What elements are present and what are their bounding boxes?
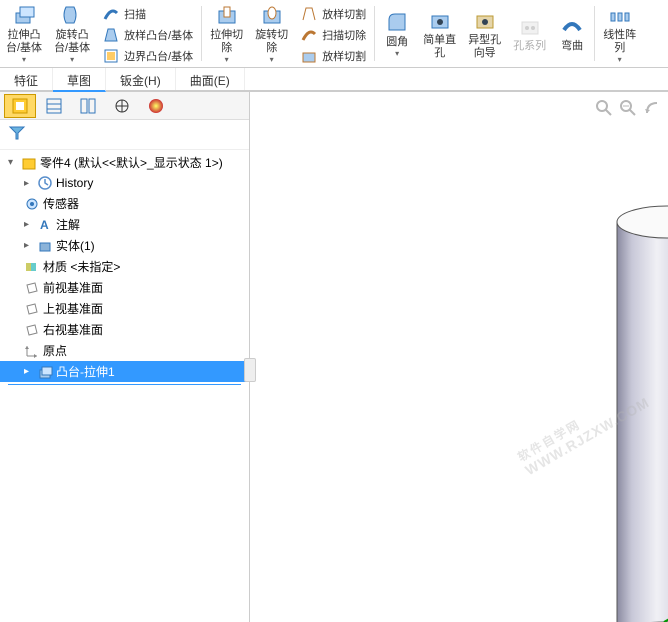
tree-material[interactable]: 材质 <未指定> [0, 256, 249, 277]
sweep-icon [102, 5, 120, 23]
fillet-icon [385, 10, 409, 34]
collapse-arrow-icon[interactable]: ▾ [8, 157, 18, 168]
part-icon [21, 155, 37, 171]
extrude-cut-icon [215, 3, 239, 27]
plane-icon [24, 322, 40, 338]
panel-collapse-handle[interactable] [244, 358, 256, 382]
design-tree-icon [11, 97, 29, 115]
loft-cut2-icon [300, 47, 318, 65]
chevron-down-icon: ▾ [22, 55, 26, 64]
3d-viewport[interactable]: 软件自学网 WWW.RJZXW.COM [250, 92, 668, 622]
expand-arrow-icon[interactable]: ▸ [24, 240, 34, 251]
tree-solid-bodies[interactable]: ▸ 实体(1) [0, 235, 249, 256]
panel-tabs [0, 92, 249, 120]
tree-top-plane[interactable]: 上视基准面 [0, 298, 249, 319]
history-icon [37, 175, 53, 191]
panel-tab-dimx[interactable] [106, 94, 138, 118]
sensor-icon [24, 196, 40, 212]
chevron-down-icon: ▾ [225, 55, 229, 64]
dimexpert-icon [113, 97, 131, 115]
boss-group: 扫描 放样凸台/基体 边界凸台/基体 [96, 2, 199, 65]
revolve-cut-icon [260, 3, 284, 27]
hole-wizard-button[interactable]: 异型孔 向导 [462, 2, 507, 65]
panel-tab-appearance[interactable] [140, 94, 172, 118]
filter-icon[interactable] [8, 124, 26, 142]
zoom-area-icon[interactable] [618, 98, 638, 118]
loft-boss-button[interactable]: 放样凸台/基体 [100, 25, 195, 45]
chevron-down-icon: ▾ [70, 55, 74, 64]
filter-row [0, 120, 249, 150]
tree-front-plane[interactable]: 前视基准面 [0, 277, 249, 298]
tab-sketch[interactable]: 草图 [53, 68, 106, 92]
config-icon [79, 97, 97, 115]
tree-right-plane[interactable]: 右视基准面 [0, 319, 249, 340]
expand-arrow-icon[interactable]: ▸ [24, 178, 34, 189]
loft-cut-icon [300, 5, 318, 23]
view-tools [594, 98, 662, 118]
panel-tab-config[interactable] [72, 94, 104, 118]
revolve-boss-icon [60, 3, 84, 27]
loft-cut2-button[interactable]: 放样切割 [298, 46, 368, 66]
tree-rollback-bar[interactable] [8, 384, 241, 385]
feature-tree: ▾ 零件4 (默认<<默认>_显示状态 1>) ▸ History 传感器 ▸ … [0, 150, 249, 389]
origin-icon [24, 343, 40, 359]
tree-history[interactable]: ▸ History [0, 173, 249, 193]
cut-group: 放样切割 扫描切除 放样切割 [294, 2, 372, 65]
extrude-feature-icon [37, 364, 53, 380]
flex-icon [560, 14, 584, 38]
property-icon [45, 97, 63, 115]
flex-button[interactable]: 弯曲 [552, 2, 592, 65]
linear-pattern-button[interactable]: 线性阵 列 ▾ [597, 2, 642, 65]
boundary-icon [102, 47, 120, 65]
boundary-boss-button[interactable]: 边界凸台/基体 [100, 46, 195, 66]
tree-sensors[interactable]: 传感器 [0, 193, 249, 214]
tree-root[interactable]: ▾ 零件4 (默认<<默认>_显示状态 1>) [0, 152, 249, 173]
tab-feature[interactable]: 特征 [0, 68, 53, 90]
triad-icon[interactable] [660, 584, 668, 622]
expand-arrow-icon[interactable]: ▸ [24, 219, 34, 230]
command-tabs: 特征 草图 钣金(H) 曲面(E) [0, 68, 668, 92]
extrude-cut-button[interactable]: 拉伸切 除 ▾ [204, 2, 249, 65]
tree-annotations[interactable]: ▸ A 注解 [0, 214, 249, 235]
revolve-boss-button[interactable]: 旋转凸 台/基体 ▾ [48, 2, 96, 65]
panel-tab-design-tree[interactable] [4, 94, 36, 118]
tab-sheetmetal[interactable]: 钣金(H) [106, 68, 176, 90]
loft-icon [102, 26, 120, 44]
fillet-button[interactable]: 圆角 ▾ [377, 2, 417, 65]
zoom-fit-icon[interactable] [594, 98, 614, 118]
solid-body-icon [37, 238, 53, 254]
tree-origin[interactable]: 原点 [0, 340, 249, 361]
chevron-down-icon: ▾ [395, 49, 399, 58]
simple-hole-icon [428, 8, 452, 32]
annotation-icon: A [37, 217, 53, 233]
svg-text:A: A [40, 218, 49, 232]
hole-series-button: 孔系列 [507, 2, 552, 65]
hole-wizard-icon [473, 8, 497, 32]
cylinder-model[interactable] [612, 204, 668, 622]
panel-tab-property[interactable] [38, 94, 70, 118]
extrude-boss-button[interactable]: 拉伸凸 台/基体 ▾ [0, 2, 48, 65]
chevron-down-icon: ▾ [270, 55, 274, 64]
revolve-cut-button[interactable]: 旋转切 除 ▾ [249, 2, 294, 65]
extrude-boss-icon [12, 3, 36, 27]
feature-tree-panel: ▾ 零件4 (默认<<默认>_显示状态 1>) ▸ History 传感器 ▸ … [0, 92, 250, 622]
sweep-cut-icon [300, 26, 318, 44]
main-area: ▾ 零件4 (默认<<默认>_显示状态 1>) ▸ History 传感器 ▸ … [0, 92, 668, 622]
simple-hole-button[interactable]: 简单直 孔 [417, 2, 462, 65]
main-toolbar: 拉伸凸 台/基体 ▾ 旋转凸 台/基体 ▾ 扫描 放样凸台/基体 边界凸台/基体… [0, 0, 668, 68]
sweep-cut-button[interactable]: 扫描切除 [298, 25, 368, 45]
previous-view-icon[interactable] [642, 98, 662, 118]
expand-arrow-icon[interactable]: ▸ [24, 366, 34, 377]
loft-cut-button[interactable]: 放样切割 [298, 4, 368, 24]
plane-icon [24, 280, 40, 296]
material-icon [24, 259, 40, 275]
appearance-icon [147, 97, 165, 115]
tree-boss-extrude[interactable]: ▸ 凸台-拉伸1 [0, 361, 249, 382]
chevron-down-icon: ▾ [618, 55, 622, 64]
hole-series-icon [518, 14, 542, 38]
linear-pattern-icon [608, 3, 632, 27]
sweep-boss-button[interactable]: 扫描 [100, 4, 195, 24]
plane-icon [24, 301, 40, 317]
tab-surface[interactable]: 曲面(E) [176, 68, 245, 90]
